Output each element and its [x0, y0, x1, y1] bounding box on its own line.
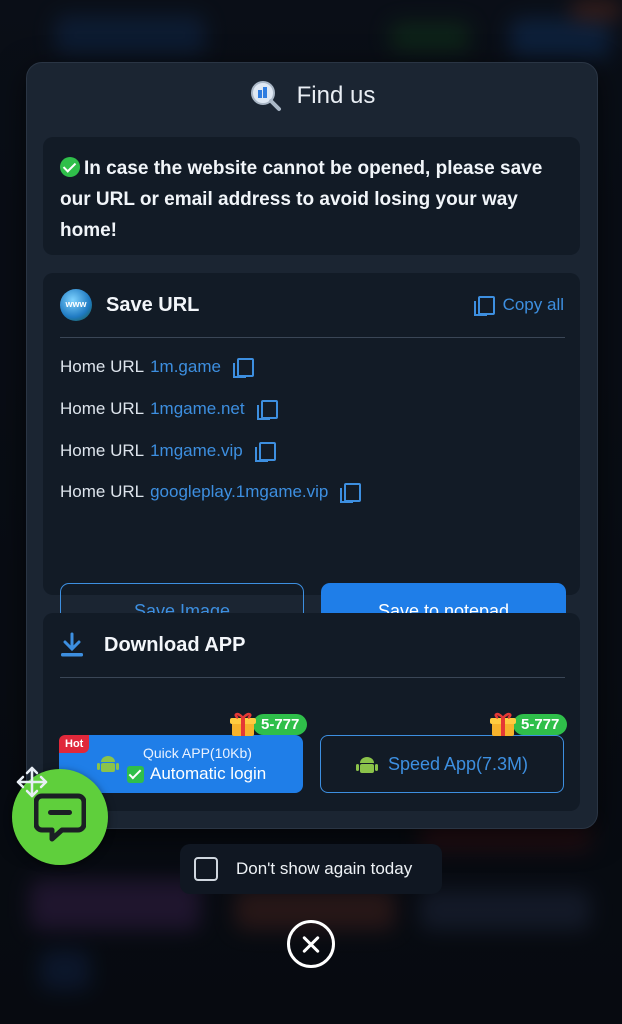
url-prefix: Home URL	[60, 441, 145, 460]
speed-app-button[interactable]: Speed App(7.3M)	[320, 735, 564, 793]
close-modal-button[interactable]	[287, 920, 335, 968]
url-link[interactable]: 1mgame.net	[150, 399, 245, 419]
auto-login-label: Automatic login	[150, 764, 267, 783]
speed-app-bonus: 5-777	[489, 711, 568, 737]
download-header: Download APP	[43, 613, 580, 677]
url-link[interactable]: 1m.game	[150, 357, 221, 377]
copy-icon	[473, 295, 495, 316]
auto-login-row: Automatic login	[127, 764, 266, 784]
www-globe-icon: www	[60, 289, 92, 321]
copy-all-label: Copy all	[502, 295, 564, 314]
divider	[60, 337, 565, 338]
url-prefix: Home URL	[60, 482, 145, 501]
url-prefix: Home URL	[60, 399, 145, 418]
url-link[interactable]: googleplay.1mgame.vip	[150, 482, 328, 502]
copy-icon[interactable]	[254, 441, 276, 462]
url-row: Home URL googleplay.1mgame.vip	[60, 482, 362, 503]
hot-tag: Hot	[59, 735, 90, 753]
www-label: www	[65, 299, 87, 309]
gift-icon	[489, 711, 517, 737]
checkbox-checked-icon	[127, 765, 144, 783]
modal-title: Find us	[296, 82, 376, 109]
copy-icon[interactable]	[256, 399, 278, 420]
url-prefix: Home URL	[60, 357, 145, 376]
save-url-title: Save URL	[106, 293, 200, 316]
copy-icon[interactable]	[232, 357, 254, 378]
find-us-icon	[249, 79, 283, 113]
bonus-badge: 5-777	[253, 713, 308, 735]
android-icon	[355, 754, 378, 774]
notice-panel: In case the website cannot be opened, pl…	[43, 137, 580, 255]
url-link[interactable]: 1mgame.vip	[150, 441, 243, 461]
notice-text: In case the website cannot be opened, pl…	[60, 153, 562, 246]
gift-icon	[229, 711, 257, 737]
save-url-header: www Save URL Copy all	[43, 273, 580, 337]
save-url-section: www Save URL Copy all Home URL 1m.game H…	[43, 273, 580, 639]
notice-message: In case the website cannot be opened, pl…	[60, 158, 543, 241]
bonus-badge: 5-777	[513, 713, 568, 735]
url-row: Home URL 1m.game	[60, 357, 254, 378]
android-icon	[97, 753, 119, 773]
url-row: Home URL 1mgame.vip	[60, 441, 276, 462]
dont-show-again-toggle[interactable]: Don't show again today	[180, 844, 442, 894]
find-us-modal: Find us In case the website cannot be op…	[26, 62, 598, 829]
copy-icon[interactable]	[340, 482, 362, 503]
quick-app-bonus: 5-777	[229, 711, 308, 737]
quick-app-size: Quick APP(10Kb)	[143, 745, 252, 761]
copy-all-button[interactable]: Copy all	[473, 295, 564, 316]
url-row: Home URL 1mgame.net	[60, 399, 278, 420]
divider	[60, 677, 565, 678]
checkbox-unchecked-icon[interactable]	[194, 857, 218, 881]
download-title: Download APP	[104, 633, 246, 656]
modal-header: Find us	[27, 63, 597, 129]
speed-app-label: Speed App(7.3M)	[387, 753, 529, 774]
check-circle-icon	[60, 157, 80, 177]
download-icon	[60, 632, 84, 658]
dont-show-label: Don't show again today	[236, 859, 413, 878]
move-drag-icon[interactable]	[14, 764, 50, 800]
